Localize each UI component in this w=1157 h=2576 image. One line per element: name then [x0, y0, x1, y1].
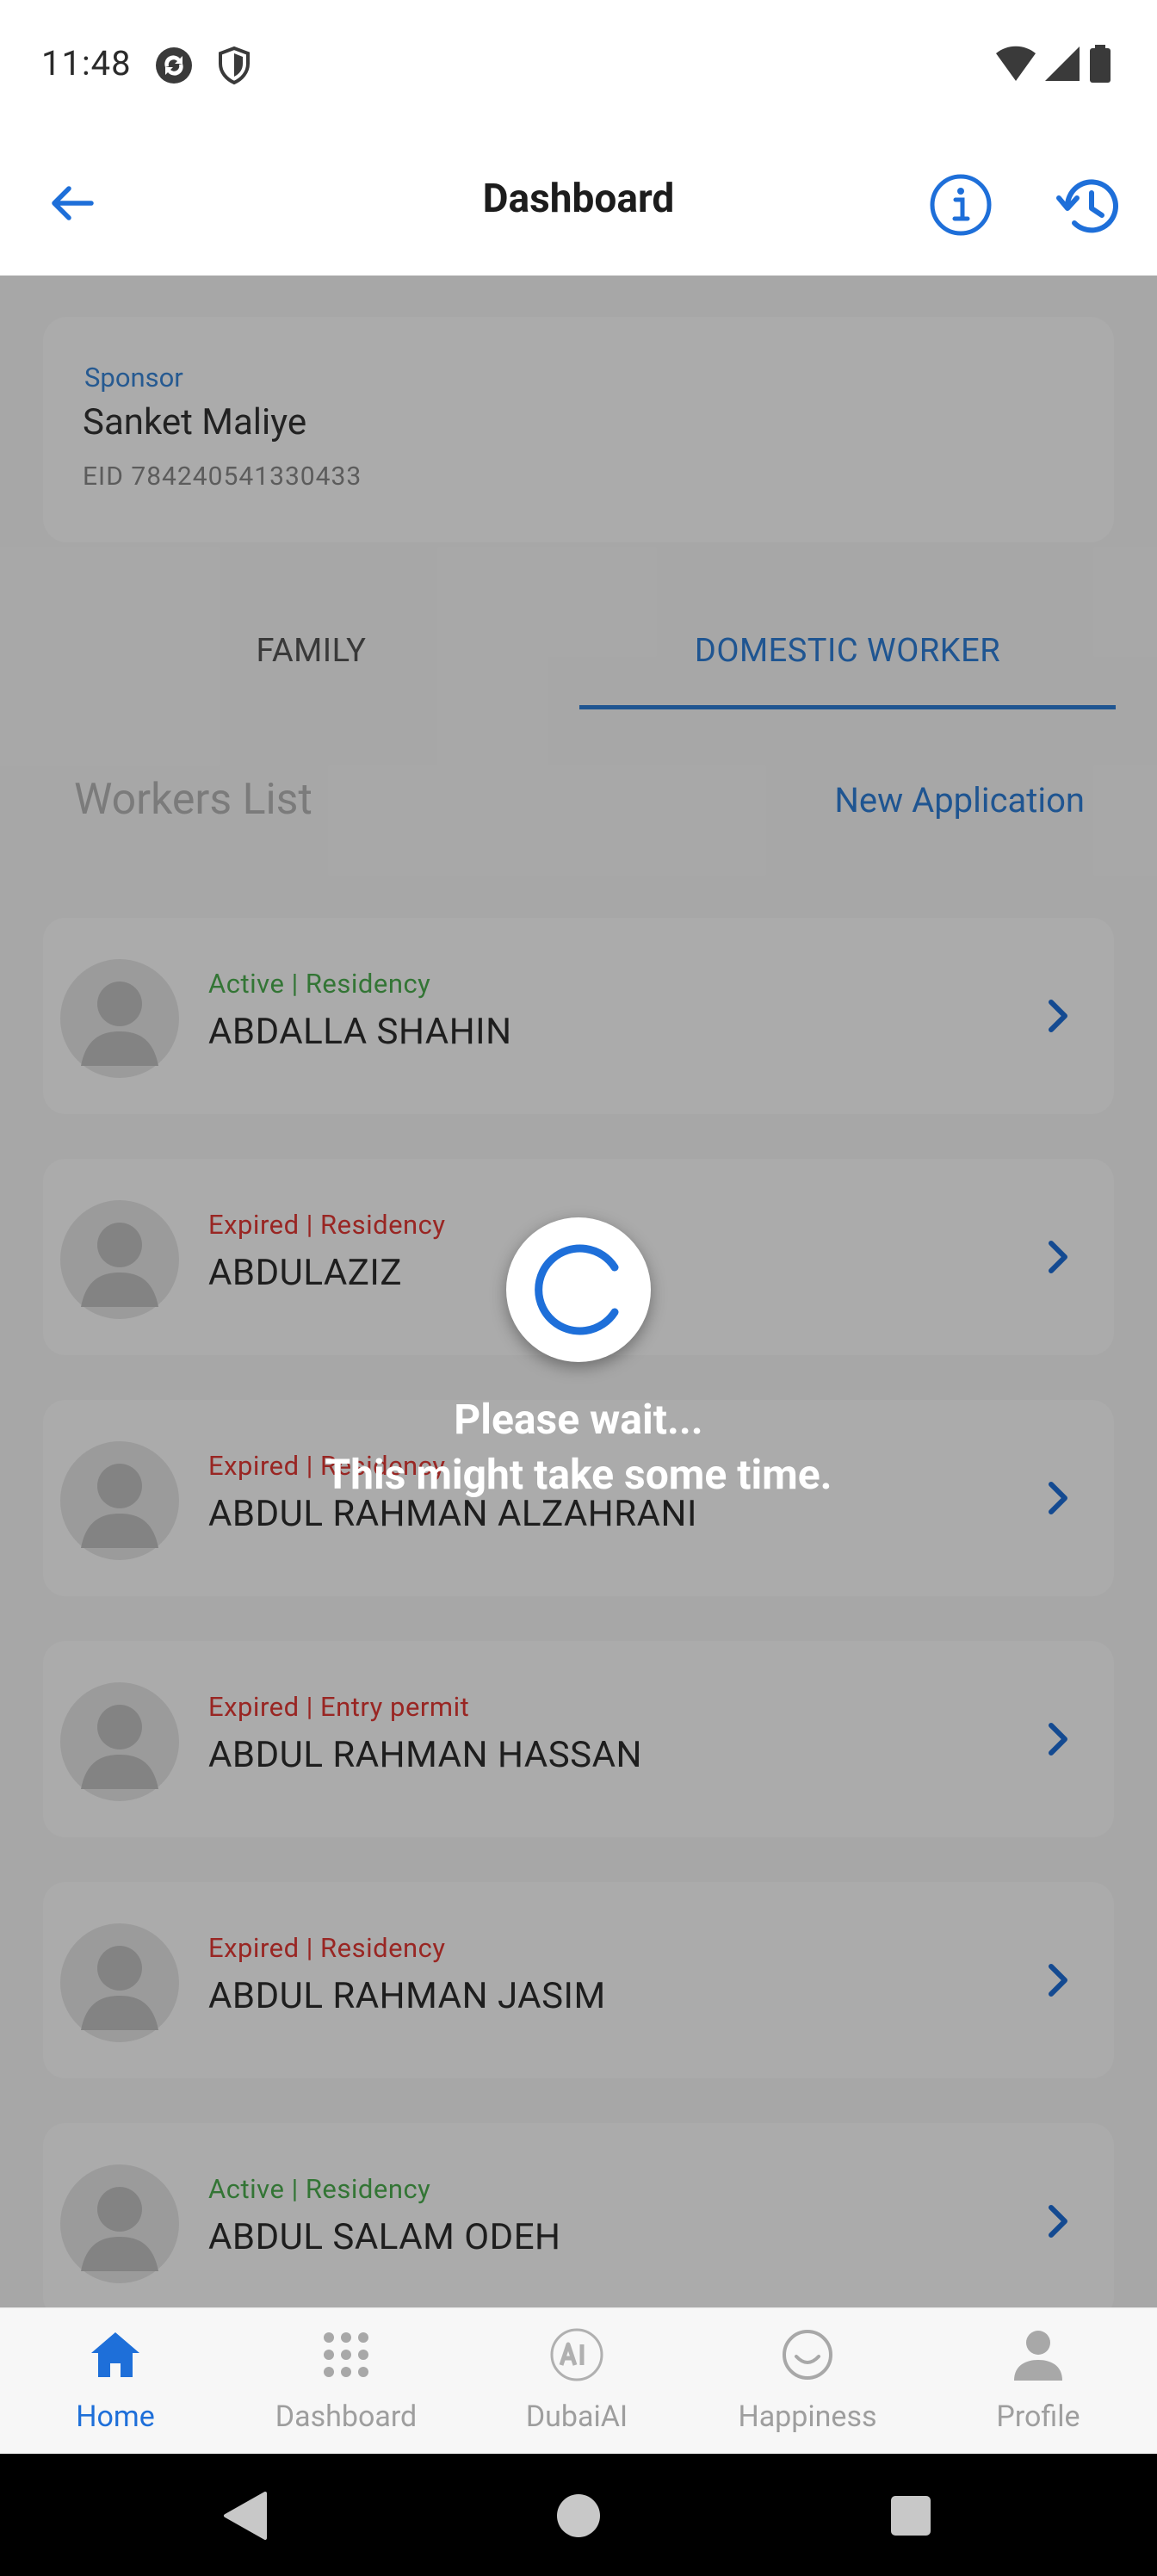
spinner-icon — [535, 1244, 619, 1335]
nav-dubaiai[interactable]: DubaiAI — [461, 2308, 692, 2455]
loading-spinner — [506, 1217, 651, 1362]
nav-profile-label: Profile — [996, 2400, 1080, 2434]
shield-icon — [219, 46, 250, 85]
loading-text-secondary: This might take some time. — [325, 1450, 832, 1499]
system-navigation-bar — [0, 2454, 1157, 2576]
status-bar: 11:48 — [0, 0, 1157, 131]
system-back-icon[interactable] — [220, 2490, 269, 2542]
nav-home[interactable]: Home — [0, 2308, 231, 2455]
nav-happiness-label: Happiness — [738, 2400, 877, 2434]
info-icon[interactable] — [928, 172, 993, 238]
bottom-navigation: Home Dashboard DubaiAI Happiness Profile — [0, 2307, 1157, 2454]
person-icon — [1014, 2331, 1062, 2381]
loading-text-primary: Please wait... — [454, 1395, 703, 1444]
home-icon — [91, 2332, 139, 2377]
nav-dashboard-label: Dashboard — [275, 2400, 418, 2434]
signal-icon — [1045, 46, 1080, 81]
status-right-icons — [995, 45, 1112, 83]
nav-dubaiai-label: DubaiAI — [525, 2400, 628, 2434]
app-bar: Dashboard — [0, 131, 1157, 276]
system-home-icon[interactable] — [556, 2493, 601, 2538]
wifi-icon — [996, 46, 1036, 81]
system-recents-icon[interactable] — [890, 2495, 931, 2536]
battery-icon — [1090, 45, 1111, 83]
grid-icon — [324, 2332, 368, 2377]
nav-dashboard[interactable]: Dashboard — [231, 2308, 461, 2455]
sync-icon — [156, 47, 192, 84]
status-time: 11:48 — [41, 43, 132, 84]
smile-icon — [783, 2330, 832, 2380]
nav-home-label: Home — [76, 2400, 155, 2434]
history-icon[interactable] — [1055, 172, 1124, 241]
nav-happiness[interactable]: Happiness — [692, 2308, 923, 2455]
nav-profile[interactable]: Profile — [923, 2308, 1154, 2455]
ai-icon — [550, 2328, 603, 2381]
